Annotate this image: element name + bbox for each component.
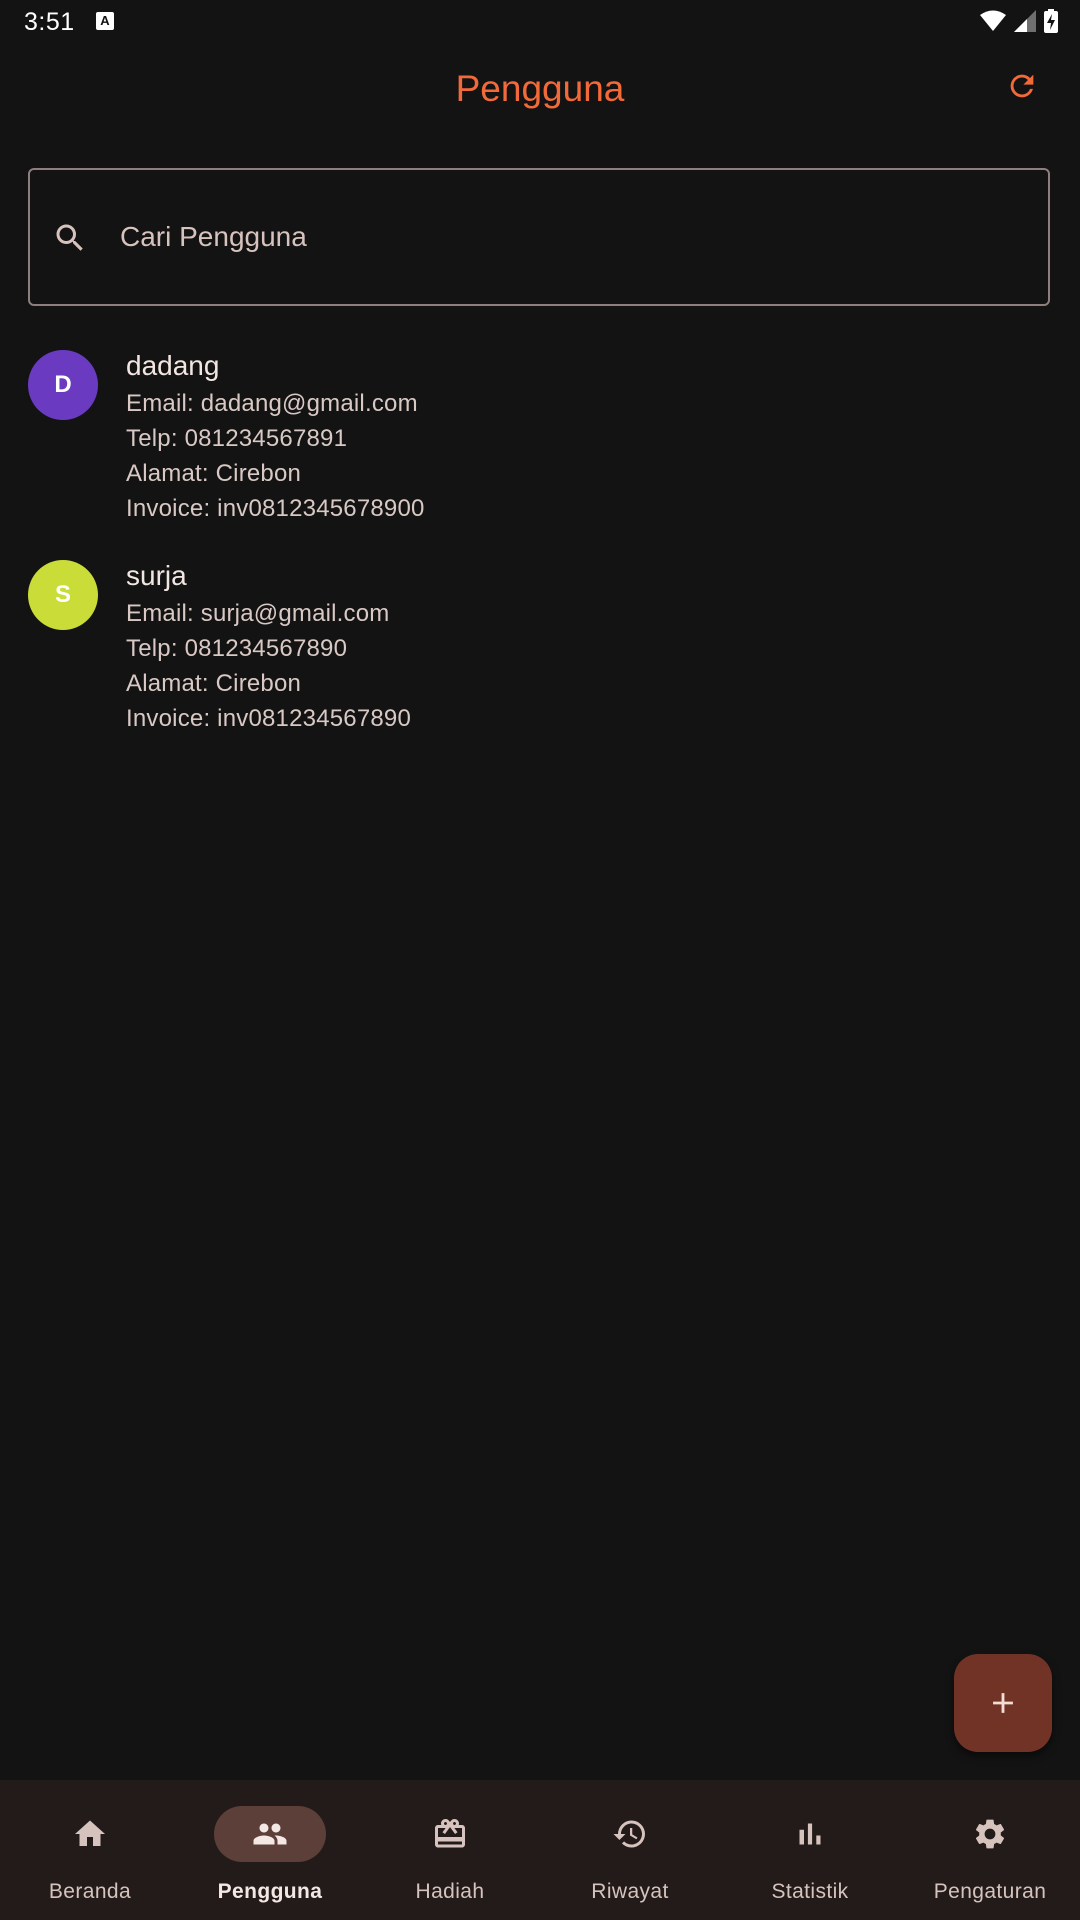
nav-label: Pengguna [217,1880,323,1903]
user-invoice: Invoice: inv081234567890 [126,705,412,732]
nav-label: Statistik [771,1880,849,1903]
bottom-navigation: Beranda Pengguna Hadiah Riwayat Statisti… [0,1780,1080,1920]
bar-chart-icon [799,1823,821,1845]
user-invoice: Invoice: inv0812345678900 [126,495,425,522]
user-list: D dadang Email: dadang@gmail.com Telp: 0… [0,346,1080,766]
list-item[interactable]: D dadang Email: dadang@gmail.com Telp: 0… [0,346,1080,556]
nav-item-pengguna[interactable]: Pengguna [180,1780,360,1920]
plus-icon [993,1693,1013,1713]
search-field[interactable] [28,168,1050,306]
wifi-icon [980,10,1006,31]
nav-label: Beranda [48,1880,132,1903]
user-email: Email: dadang@gmail.com [126,390,418,417]
refresh-button[interactable] [1000,64,1044,108]
nav-label: Riwayat [591,1880,669,1903]
refresh-icon [1010,74,1034,98]
nav-item-hadiah[interactable]: Hadiah [360,1780,540,1920]
nav-label: Hadiah [415,1880,485,1903]
page-title: Pengguna [455,68,625,109]
battery-charging-icon [1044,9,1058,33]
user-details: dadang Email: dadang@gmail.com Telp: 081… [126,346,425,526]
nav-item-beranda[interactable]: Beranda [0,1780,180,1920]
search-input[interactable] [120,170,1020,304]
home-icon [75,1820,105,1846]
avatar: S [28,560,98,630]
app-bar: Pengguna [0,44,1080,136]
history-icon [613,1820,645,1848]
a-keyboard-icon: A [96,12,114,30]
user-address: Alamat: Cirebon [126,460,302,487]
add-user-button[interactable] [954,1654,1052,1752]
avatar: D [28,350,98,420]
list-item[interactable]: S surja Email: surja@gmail.com Telp: 081… [0,556,1080,766]
nav-item-statistik[interactable]: Statistik [720,1780,900,1920]
user-phone: Telp: 081234567890 [126,635,348,662]
screen: 3:51 A Pengguna Cari Pengguna D dadang E… [0,0,1080,1920]
user-address: Alamat: Cirebon [126,670,302,697]
user-email: Email: surja@gmail.com [126,600,390,627]
people-icon [253,1823,287,1845]
gift-card-icon [435,1819,465,1848]
nav-label: Pengaturan [933,1880,1047,1903]
user-phone: Telp: 081234567891 [126,425,348,452]
gear-icon [975,1819,1005,1849]
status-time: 3:51 [24,8,75,36]
nav-item-pengaturan[interactable]: Pengaturan [900,1780,1080,1920]
search-icon [56,224,83,251]
signal-icon [1014,10,1036,32]
nav-item-riwayat[interactable]: Riwayat [540,1780,720,1920]
status-icons [980,8,1058,34]
user-name: dadang [126,350,220,381]
user-name: surja [126,560,187,591]
user-details: surja Email: surja@gmail.com Telp: 08123… [126,556,411,736]
status-bar: 3:51 A [0,0,1080,44]
